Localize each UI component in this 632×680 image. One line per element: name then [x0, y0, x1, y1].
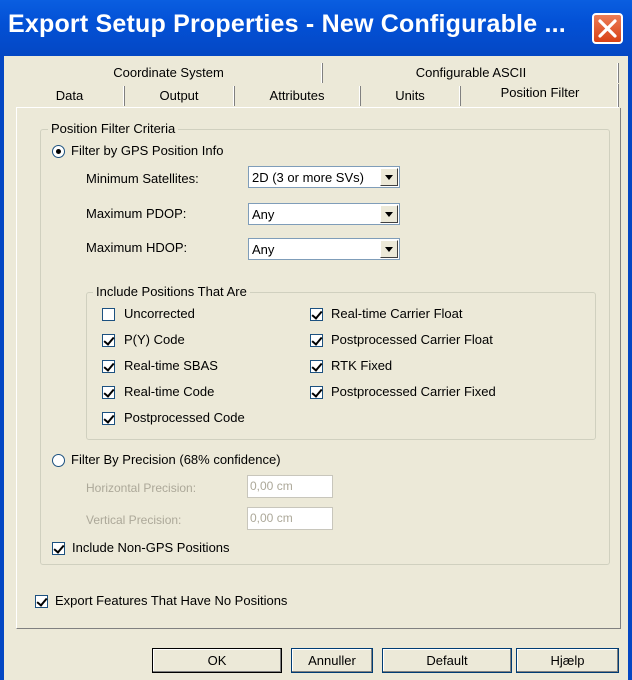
checkbox-py-code[interactable]	[102, 334, 115, 347]
close-button[interactable]	[592, 13, 623, 44]
criteria-legend: Position Filter Criteria	[48, 121, 179, 136]
cancel-button[interactable]: Annuller	[291, 648, 373, 673]
precision-filter-label: Filter By Precision (68% confidence)	[71, 452, 281, 467]
precision-filter-radio[interactable]	[52, 454, 65, 467]
gps-filter-label: Filter by GPS Position Info	[71, 143, 224, 158]
chevron-down-icon[interactable]	[380, 240, 398, 258]
max-pdop-value: Any	[252, 207, 275, 222]
include-positions-legend: Include Positions That Are	[93, 284, 250, 299]
postprocessed-code-label: Postprocessed Code	[124, 410, 245, 425]
vertical-precision-input[interactable]: 0,00 cm	[247, 507, 333, 530]
min-satellites-value: 2D (3 or more SVs)	[252, 170, 364, 185]
chevron-down-icon[interactable]	[380, 168, 398, 186]
checkbox-postprocessed-code[interactable]	[102, 412, 115, 425]
chevron-down-icon[interactable]	[380, 205, 398, 223]
min-satellites-label: Minimum Satellites:	[86, 171, 199, 186]
checkbox-postprocessed-carrier-fixed[interactable]	[310, 386, 323, 399]
include-non-gps-label: Include Non-GPS Positions	[72, 540, 230, 555]
tab-position-filter[interactable]: Position Filter	[461, 83, 619, 108]
horizontal-precision-input[interactable]: 0,00 cm	[247, 475, 333, 498]
max-pdop-label: Maximum PDOP:	[86, 206, 187, 221]
vertical-precision-label: Vertical Precision:	[86, 513, 182, 527]
max-pdop-select[interactable]: Any	[248, 203, 400, 225]
window-title: Export Setup Properties - New Configurab…	[8, 10, 566, 38]
gps-filter-radio[interactable]	[52, 145, 65, 158]
checkbox-realtime-sbas[interactable]	[102, 360, 115, 373]
default-button[interactable]: Default	[382, 648, 512, 673]
py-code-label: P(Y) Code	[124, 332, 185, 347]
checkbox-export-no-positions[interactable]	[35, 595, 48, 608]
horizontal-precision-label: Horizontal Precision:	[86, 481, 197, 495]
postprocessed-carrier-fixed-label: Postprocessed Carrier Fixed	[331, 384, 496, 399]
postprocessed-carrier-float-label: Postprocessed Carrier Float	[331, 332, 493, 347]
tab-coordinate-system[interactable]: Coordinate System	[16, 62, 321, 84]
uncorrected-label: Uncorrected	[124, 306, 195, 321]
checkbox-uncorrected[interactable]	[102, 308, 115, 321]
max-hdop-label: Maximum HDOP:	[86, 240, 188, 255]
tab-configurable-ascii[interactable]: Configurable ASCII	[323, 62, 619, 84]
realtime-sbas-label: Real-time SBAS	[124, 358, 218, 373]
rtk-fixed-label: RTK Fixed	[331, 358, 393, 373]
tab-divider	[617, 84, 619, 108]
export-no-positions-label: Export Features That Have No Positions	[55, 593, 288, 608]
checkbox-realtime-code[interactable]	[102, 386, 115, 399]
tab-output[interactable]: Output	[125, 85, 233, 107]
tab-attributes[interactable]: Attributes	[235, 85, 359, 107]
max-hdop-value: Any	[252, 242, 275, 257]
checkbox-realtime-carrier-float[interactable]	[310, 308, 323, 321]
min-satellites-select[interactable]: 2D (3 or more SVs)	[248, 166, 400, 188]
checkbox-rtk-fixed[interactable]	[310, 360, 323, 373]
max-hdop-select[interactable]: Any	[248, 238, 400, 260]
realtime-carrier-float-label: Real-time Carrier Float	[331, 306, 463, 321]
checkbox-include-non-gps[interactable]	[52, 542, 65, 555]
checkbox-postprocessed-carrier-float[interactable]	[310, 334, 323, 347]
tab-units[interactable]: Units	[361, 85, 459, 107]
ok-button[interactable]: OK	[152, 648, 282, 673]
realtime-code-label: Real-time Code	[124, 384, 215, 399]
tab-data[interactable]: Data	[16, 85, 123, 107]
close-icon	[598, 19, 617, 38]
help-button[interactable]: Hjælp	[516, 648, 619, 673]
tab-divider	[617, 63, 619, 83]
